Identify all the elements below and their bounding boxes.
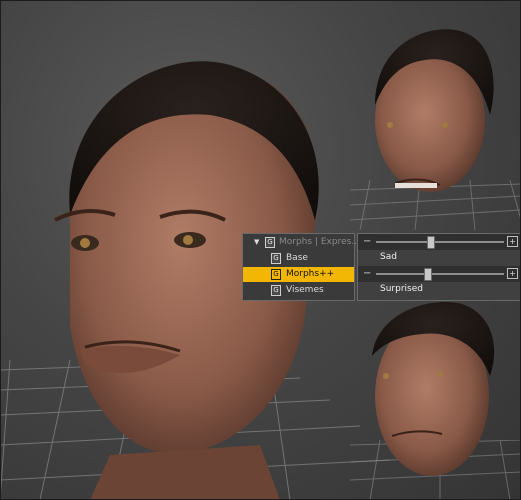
morph-name: Surprised — [380, 284, 423, 294]
sad-slider[interactable]: − + — [358, 234, 521, 250]
slider-thumb[interactable] — [426, 236, 435, 249]
morph-name: Sad — [380, 252, 397, 262]
bottom-right-head-render — [372, 301, 495, 476]
morph-group-label: Morphs | Expres... — [279, 237, 360, 247]
morph-item-morphs-plus[interactable]: G Morphs++ — [243, 267, 354, 282]
top-right-head-render — [375, 29, 494, 192]
morph-item-base[interactable]: G Base — [243, 251, 354, 266]
increment-button[interactable]: + — [507, 236, 518, 247]
sad-label-row: Sad — [358, 251, 521, 265]
group-icon: G — [271, 269, 281, 280]
slider-thumb[interactable] — [424, 268, 433, 281]
morph-group-header[interactable]: ▼ G Morphs | Expres... — [243, 235, 360, 250]
morph-item-visemes[interactable]: G Visemes — [243, 283, 354, 298]
morph-category-panel: ▼ G Morphs | Expres... G Base G Morphs++… — [242, 233, 360, 301]
decrement-button[interactable]: − — [363, 236, 371, 247]
group-icon: G — [271, 253, 281, 264]
group-icon: G — [271, 285, 281, 296]
group-icon: G — [265, 237, 275, 248]
increment-button[interactable]: + — [507, 268, 518, 279]
decrement-button[interactable]: − — [363, 268, 371, 279]
morph-item-label: Base — [286, 253, 308, 263]
morph-item-label: Visemes — [286, 285, 324, 295]
expand-arrow-icon[interactable]: ▼ — [254, 238, 259, 246]
morph-item-label: Morphs++ — [286, 269, 335, 279]
morph-sliders-panel: − + Sad − + Surprised — [357, 233, 521, 301]
render-viewport: ▼ G Morphs | Expres... G Base G Morphs++… — [0, 0, 521, 500]
slider-track[interactable] — [376, 268, 504, 281]
surprised-label-row: Surprised — [358, 283, 521, 297]
surprised-slider[interactable]: − + — [358, 266, 521, 282]
slider-track[interactable] — [376, 236, 504, 249]
